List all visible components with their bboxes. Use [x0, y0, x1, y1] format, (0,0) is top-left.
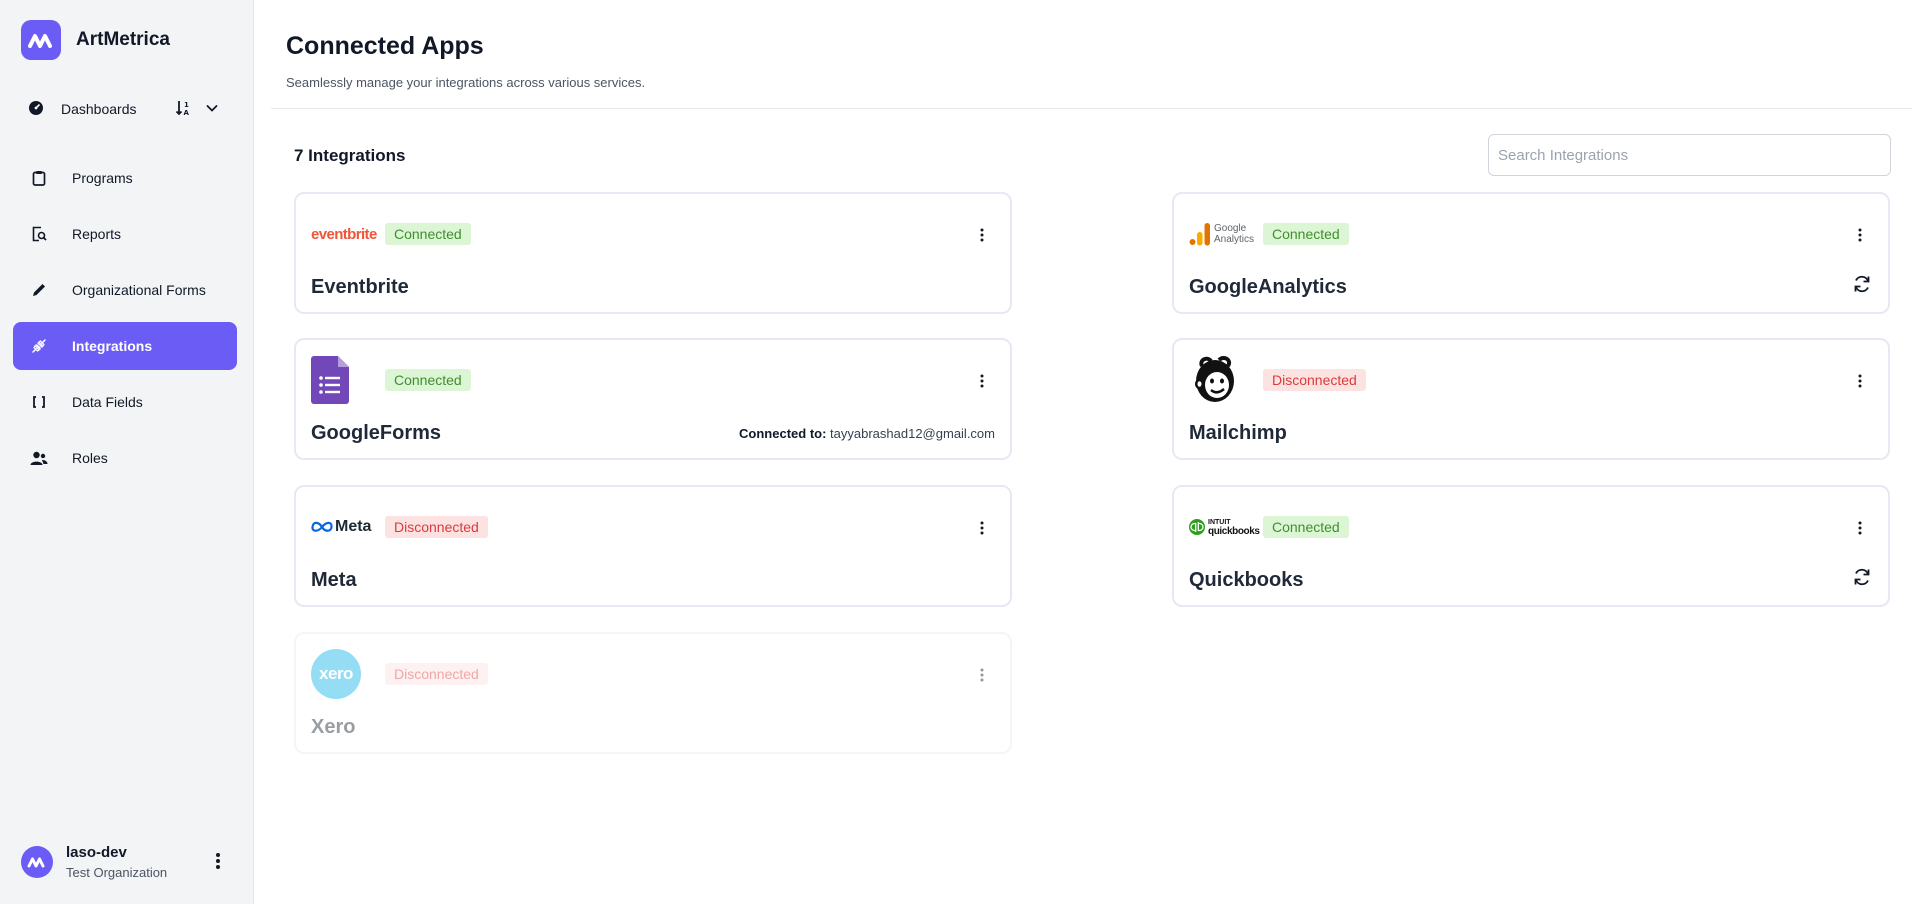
users-icon — [30, 449, 48, 467]
meta-logo: Meta — [311, 507, 371, 547]
integration-name: Mailchimp — [1189, 422, 1287, 444]
eventbrite-logo-text: eventbrite — [311, 225, 377, 243]
integration-name: GoogleForms — [311, 422, 442, 444]
dashboards-label: Dashboards — [61, 101, 137, 117]
status-badge: Connected — [1263, 516, 1349, 538]
sidebar-nav: Programs Reports Organizational Forms In… — [13, 154, 237, 490]
eventbrite-logo: eventbrite — [311, 214, 377, 254]
page-subtitle: Seamlessly manage your integrations acro… — [286, 75, 646, 90]
avatar — [21, 846, 53, 878]
connected-to-email: tayyabrashad12@gmail.com — [830, 426, 995, 441]
meta-logo-text: Meta — [335, 518, 372, 535]
status-badge: Disconnected — [385, 516, 488, 538]
user-name: laso-dev — [66, 844, 127, 861]
more-vertical-icon[interactable] — [976, 373, 988, 389]
integration-card-eventbrite[interactable]: eventbrite Connected Eventbrite — [294, 192, 1012, 314]
integration-name: Meta — [311, 569, 357, 591]
pencil-icon — [30, 281, 48, 299]
sidebar-item-label: Programs — [72, 170, 133, 186]
integration-card-meta[interactable]: Meta Disconnected Meta — [294, 485, 1012, 607]
status-badge: Connected — [1263, 223, 1349, 245]
sidebar: ArtMetrica Dashboards 1A Programs Report… — [0, 0, 254, 904]
brand[interactable]: ArtMetrica — [21, 20, 170, 60]
integration-card-mailchimp[interactable]: Disconnected Mailchimp — [1172, 338, 1890, 460]
more-vertical-icon[interactable] — [976, 227, 988, 243]
mailchimp-logo-icon — [1189, 354, 1241, 406]
integration-card-googleforms[interactable]: Connected GoogleForms Connected to: tayy… — [294, 338, 1012, 460]
sidebar-item-label: Integrations — [72, 338, 153, 354]
more-vertical-icon[interactable] — [1854, 227, 1866, 243]
sidebar-item-label: Data Fields — [72, 394, 143, 410]
chevron-down-icon[interactable] — [205, 101, 219, 118]
xero-logo: xero — [311, 648, 361, 700]
more-vertical-icon[interactable] — [1854, 373, 1866, 389]
clipboard-icon — [30, 169, 48, 187]
integration-name: GoogleAnalytics — [1189, 276, 1347, 298]
main-content: Connected Apps Seamlessly manage your in… — [255, 0, 1916, 904]
svg-text:1: 1 — [184, 101, 189, 109]
sync-icon[interactable] — [1852, 274, 1872, 299]
integrations-count: 7 Integrations — [294, 146, 406, 165]
artmetrica-logo-icon — [21, 20, 61, 60]
sync-icon[interactable] — [1852, 567, 1872, 592]
brackets-icon — [30, 393, 48, 411]
sidebar-item-roles[interactable]: Roles — [13, 434, 237, 482]
dashboards-selector[interactable]: Dashboards 1A — [28, 97, 224, 121]
status-badge: Connected — [385, 369, 471, 391]
google-analytics-logo: Google Analytics — [1189, 214, 1254, 254]
sidebar-item-label: Reports — [72, 226, 122, 242]
integration-name: Quickbooks — [1189, 569, 1304, 591]
google-forms-logo-icon — [311, 355, 349, 405]
sidebar-item-reports[interactable]: Reports — [13, 210, 237, 258]
status-badge: Connected — [385, 223, 471, 245]
google-analytics-logo-text-2: Analytics — [1214, 234, 1255, 245]
integration-name: Xero — [311, 716, 356, 738]
integration-name: Eventbrite — [311, 276, 409, 298]
more-vertical-icon[interactable] — [1854, 520, 1866, 536]
connected-account: Connected to: tayyabrashad12@gmail.com — [739, 426, 995, 441]
plug-icon — [30, 337, 48, 355]
google-analytics-logo-text-1: Google — [1214, 223, 1247, 234]
sidebar-item-integrations[interactable]: Integrations — [13, 322, 237, 370]
sidebar-item-programs[interactable]: Programs — [13, 154, 237, 202]
sidebar-item-data-fields[interactable]: Data Fields — [13, 378, 237, 426]
integration-card-googleanalytics[interactable]: Google Analytics Connected GoogleAnalyti… — [1172, 192, 1890, 314]
more-vertical-icon[interactable] — [976, 520, 988, 536]
xero-logo-icon: xero — [311, 649, 361, 699]
svg-text:A: A — [184, 109, 190, 117]
xero-logo-text: xero — [319, 664, 353, 683]
status-badge: Disconnected — [1263, 369, 1366, 391]
sidebar-item-label: Roles — [72, 450, 108, 466]
integration-card-quickbooks[interactable]: INTUIT quickbooks Connected Quickbooks — [1172, 485, 1890, 607]
user-profile[interactable]: laso-dev Test Organization — [21, 844, 231, 880]
page-title: Connected Apps — [286, 32, 484, 60]
more-vertical-icon[interactable] — [215, 852, 221, 875]
sidebar-item-organizational-forms[interactable]: Organizational Forms — [13, 266, 237, 314]
sidebar-item-label: Organizational Forms — [72, 282, 206, 298]
status-badge: Disconnected — [385, 663, 488, 685]
quickbooks-icon — [1189, 519, 1205, 535]
app-name: ArtMetrica — [76, 29, 170, 50]
report-search-icon — [30, 225, 48, 243]
connected-to-label: Connected to: — [739, 426, 827, 441]
user-organization: Test Organization — [66, 865, 168, 880]
dashboard-gauge-icon — [28, 100, 44, 119]
header-divider — [271, 108, 1912, 109]
meta-infinity-icon — [311, 521, 333, 532]
more-vertical-icon[interactable] — [976, 667, 988, 683]
quickbooks-logo-text-2: quickbooks — [1208, 526, 1260, 537]
google-analytics-icon — [1189, 223, 1210, 246]
sort-icon[interactable]: 1A — [175, 99, 191, 120]
search-input[interactable] — [1488, 134, 1891, 176]
quickbooks-logo: INTUIT quickbooks — [1189, 507, 1260, 547]
integration-card-xero[interactable]: xero Disconnected Xero — [294, 632, 1012, 754]
